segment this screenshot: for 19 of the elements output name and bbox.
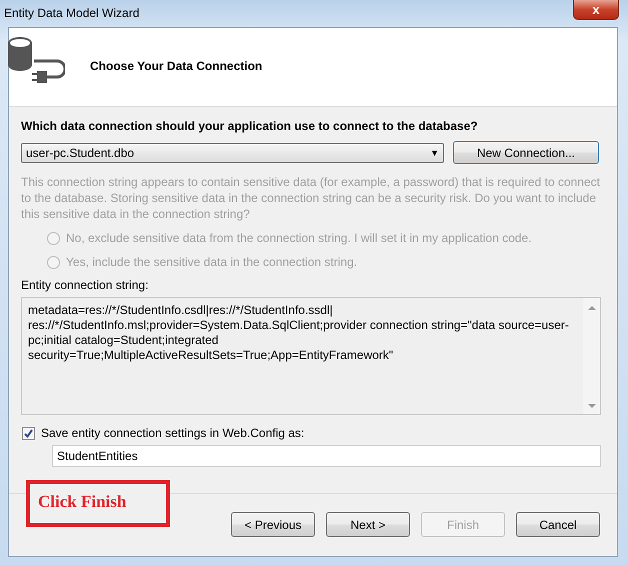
page-heading: Choose Your Data Connection (90, 58, 262, 72)
connection-string-box[interactable]: metadata=res://*/StudentInfo.csdl|res://*/StudentInfo.ssdl| res://*/StudentInfo.msl;provider=System.Data.SqlClient;provider connection string="data source=user- pc;initial catalog=Student;integrated security=True;MultipleActiveResultSets=True;App=EntityFramework" (21, 297, 601, 415)
annotation-box: Click Finish (26, 480, 170, 527)
connection-dropdown[interactable]: user-pc.Student.dbo ▼ (21, 142, 444, 162)
wizard-button[interactable]: < Previous (231, 512, 315, 537)
scrollbar[interactable] (583, 298, 600, 414)
config-name-field[interactable]: StudentEntities (52, 445, 601, 467)
checkbox[interactable] (22, 426, 35, 440)
close-button[interactable]: x (573, 0, 619, 20)
wizard-button[interactable]: Cancel (516, 512, 600, 537)
sensitive-data-notice: This connection string appears to contain sensitive data (for example, a password) that is required to connect to the database. Storing sensitive data in the connection string can be a security risk. Do you want to include this sensitive data in the connection string? (21, 174, 601, 222)
radio-label: No, exclude sensitive data from the connection string. I will set it in my application code. (66, 231, 532, 245)
question-label: Which data connection should your application use to connect to the database? (21, 119, 479, 133)
new-connection-button[interactable]: New Connection... (453, 141, 599, 164)
radio-label: Yes, include the sensitive data in the connection string. (66, 255, 358, 269)
wizard-button[interactable]: Next > (326, 512, 410, 537)
entity-string-label: Entity connection string: (21, 278, 150, 292)
checkbox-label: Save entity connection settings in Web.Config as: (41, 426, 304, 440)
window-title: Entity Data Model Wizard (4, 6, 140, 20)
